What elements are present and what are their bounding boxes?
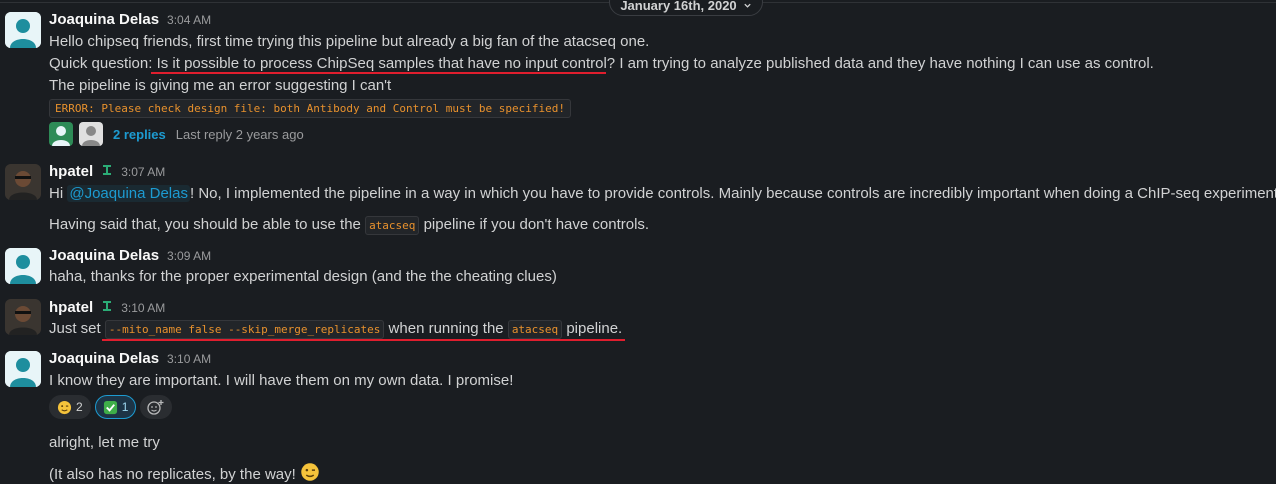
author-name[interactable]: Joaquina Delas: [49, 247, 159, 264]
add-reaction-button[interactable]: [140, 395, 173, 419]
status-icon: [103, 165, 112, 175]
highlighted-question: Is it possible to process ChipSeq sample…: [156, 55, 616, 72]
message-text: Just set --mito_name false --skip_merge_…: [49, 320, 623, 339]
message-text: haha, thanks for the proper experimental…: [49, 268, 557, 285]
reaction-count: 2: [76, 400, 83, 414]
timestamp[interactable]: 3:07 AM: [121, 165, 165, 179]
message-text: alright, let me try: [49, 434, 160, 451]
reply-avatar: [49, 122, 73, 146]
message-text: The pipeline is giving me an error sugge…: [49, 77, 392, 94]
timestamp[interactable]: 3:04 AM: [167, 13, 211, 27]
author-name[interactable]: Joaquina Delas: [49, 350, 159, 367]
timestamp[interactable]: 3:10 AM: [121, 301, 165, 315]
date-label: January 16th, 2020: [620, 0, 737, 13]
inline-code: atacseq: [507, 320, 563, 339]
last-reply-time: Last reply 2 years ago: [175, 126, 304, 142]
chevron-down-icon: [744, 3, 751, 8]
inline-code: atacseq: [365, 216, 420, 235]
annotation-underline: [102, 339, 625, 341]
reaction-check[interactable]: 1: [94, 395, 137, 419]
author-name[interactable]: hpatel: [49, 163, 93, 180]
avatar[interactable]: [5, 299, 41, 335]
timestamp[interactable]: 3:09 AM: [167, 249, 211, 263]
add-reaction-icon: [147, 400, 164, 415]
author-name[interactable]: hpatel: [49, 299, 93, 316]
message-text: Hi @Joaquina Delas! No, I implemented th…: [49, 185, 1276, 202]
status-icon: [103, 301, 112, 311]
check-mark-emoji-icon: [103, 400, 117, 414]
annotation-underline: [151, 72, 606, 74]
code-snippet: ERROR: Please check design file: both An…: [49, 99, 571, 118]
thread-replies[interactable]: 2 replies Last reply 2 years ago: [49, 122, 304, 146]
wink-emoji-icon: [301, 463, 319, 481]
avatar[interactable]: [5, 351, 41, 387]
timestamp[interactable]: 3:10 AM: [167, 352, 211, 366]
reaction-wink[interactable]: 2: [49, 395, 91, 419]
author-name[interactable]: Joaquina Delas: [49, 11, 159, 28]
avatar[interactable]: [5, 12, 41, 48]
avatar[interactable]: [5, 164, 41, 200]
message-text: (It also has no replicates, by the way!: [49, 462, 320, 484]
message-text: Having said that, you should be able to …: [49, 216, 650, 235]
reaction-count: 1: [121, 400, 129, 414]
wink-emoji-icon: [57, 400, 72, 414]
date-divider-button[interactable]: January 16th, 2020: [609, 0, 763, 16]
user-mention[interactable]: @Joaquina Delas: [67, 185, 190, 202]
message-text: I know they are important. I will have t…: [49, 372, 514, 389]
avatar[interactable]: [5, 248, 41, 284]
reply-count-link[interactable]: 2 replies: [113, 127, 166, 142]
reply-avatar: [79, 122, 103, 146]
reactions-bar: 2 1: [49, 395, 173, 419]
inline-code: --mito_name false --skip_merge_replicate…: [104, 320, 385, 339]
message-text: Hello chipseq friends, first time trying…: [49, 33, 650, 50]
